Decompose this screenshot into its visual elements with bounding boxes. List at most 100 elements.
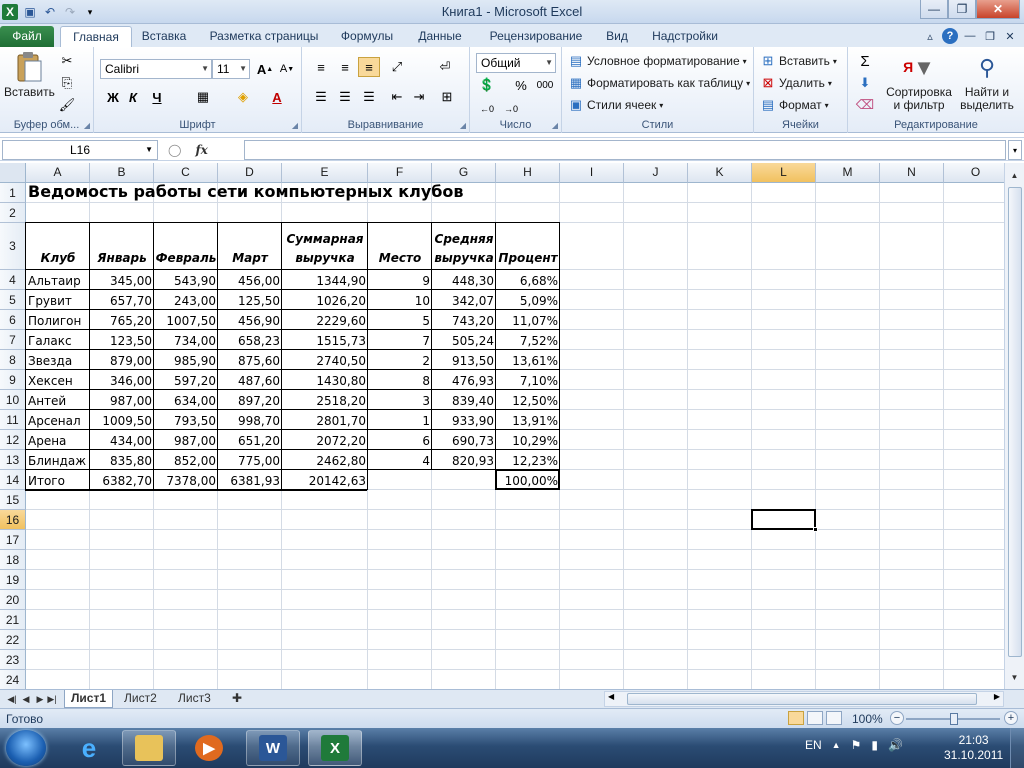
total-feb[interactable]: 7378,00	[154, 470, 218, 490]
cell-jan[interactable]: 765,20	[90, 310, 154, 330]
align-center-icon[interactable]: ☰	[334, 87, 356, 107]
cell-mar[interactable]: 125,50	[218, 290, 282, 310]
thousands-button[interactable]: 000	[532, 75, 558, 95]
column-header[interactable]: F	[368, 163, 432, 183]
row-header[interactable]: 24	[0, 670, 26, 689]
cell-mar[interactable]: 487,60	[218, 370, 282, 390]
cell-jan[interactable]: 346,00	[90, 370, 154, 390]
font-size-field[interactable]: 11 ▼	[212, 59, 250, 79]
cell-total[interactable]: 1026,20	[282, 290, 368, 310]
horizontal-scrollbar[interactable]: ◀ ▶	[604, 691, 1004, 707]
page-break-view-icon[interactable]	[826, 711, 842, 725]
cell-jan[interactable]: 879,00	[90, 350, 154, 370]
fill-color-icon[interactable]: ◈	[232, 87, 254, 107]
cell-total[interactable]: 1344,90	[282, 270, 368, 290]
merge-center-icon[interactable]: ⊞	[436, 87, 458, 107]
tab-file[interactable]: Файл	[0, 26, 54, 47]
cell-mar[interactable]: 456,90	[218, 310, 282, 330]
cell-club[interactable]: Полигон	[26, 310, 90, 330]
volume-icon[interactable]: 🔊	[888, 738, 903, 752]
cell-place[interactable]: 5	[368, 310, 432, 330]
cell-feb[interactable]: 793,50	[154, 410, 218, 430]
help-icon[interactable]: ?	[942, 28, 958, 44]
next-sheet-icon[interactable]: ▶	[34, 691, 46, 707]
cell-jan[interactable]: 345,00	[90, 270, 154, 290]
paste-button[interactable]: Вставить	[4, 51, 55, 99]
cell-club[interactable]: Блиндаж	[26, 450, 90, 470]
tray-expand-icon[interactable]: ▲	[832, 740, 841, 750]
cell-feb[interactable]: 243,00	[154, 290, 218, 310]
cell-total[interactable]: 2229,60	[282, 310, 368, 330]
formula-input[interactable]	[244, 140, 1006, 160]
font-launcher-icon[interactable]: ◢	[292, 121, 298, 130]
cell-club[interactable]: Галакс	[26, 330, 90, 350]
italic-button[interactable]: К	[122, 87, 144, 107]
cell-place[interactable]: 8	[368, 370, 432, 390]
row-header[interactable]: 17	[0, 530, 26, 550]
page-layout-view-icon[interactable]	[807, 711, 823, 725]
align-middle-icon[interactable]: ≡	[334, 57, 356, 77]
align-bottom-icon[interactable]: ≡	[358, 57, 380, 77]
cell-club[interactable]: Альтаир	[26, 270, 90, 290]
cell-pct[interactable]: 12,50%	[496, 390, 560, 410]
cell-feb[interactable]: 597,20	[154, 370, 218, 390]
cell-jan[interactable]: 123,50	[90, 330, 154, 350]
header-club[interactable]: Клуб	[26, 223, 90, 270]
increase-decimal-icon[interactable]: ←0	[476, 99, 498, 119]
vertical-scrollbar[interactable]: ▲ ▼	[1004, 163, 1024, 689]
row-header[interactable]: 10	[0, 390, 26, 410]
number-launcher-icon[interactable]: ◢	[552, 121, 558, 130]
grow-font-icon[interactable]: A ▲	[254, 59, 276, 79]
cell-avg[interactable]: 505,24	[432, 330, 496, 350]
row-header[interactable]: 20	[0, 590, 26, 610]
show-desktop-button[interactable]	[1010, 728, 1024, 768]
sheet-tab-1[interactable]: Лист1	[64, 690, 114, 708]
insert-cells-button[interactable]: ⊞ Вставить ▾	[760, 53, 837, 69]
cell-mar[interactable]: 456,00	[218, 270, 282, 290]
cell-pct[interactable]: 12,23%	[496, 450, 560, 470]
minimize-ribbon-icon[interactable]: ▵	[922, 28, 938, 44]
cell-mar[interactable]: 875,60	[218, 350, 282, 370]
column-header[interactable]: H	[496, 163, 560, 183]
row-header[interactable]: 1	[0, 183, 26, 203]
column-header[interactable]: N	[880, 163, 944, 183]
align-right-icon[interactable]: ☰	[358, 87, 380, 107]
prev-sheet-icon[interactable]: ◀	[20, 691, 32, 707]
cell-pct[interactable]: 13,91%	[496, 410, 560, 430]
find-select-button[interactable]: ⚲ Найти и выделить	[954, 51, 1020, 112]
row-header[interactable]: 16	[0, 510, 26, 530]
expand-formula-bar-icon[interactable]: ▾	[1008, 140, 1022, 160]
tab-page-layout[interactable]: Разметка страницы	[204, 26, 324, 47]
cell-place[interactable]: 7	[368, 330, 432, 350]
cell-avg[interactable]: 839,40	[432, 390, 496, 410]
row-header[interactable]: 5	[0, 290, 26, 310]
cell-avg[interactable]: 743,20	[432, 310, 496, 330]
cell-total[interactable]: 2462,80	[282, 450, 368, 470]
row-header[interactable]: 12	[0, 430, 26, 450]
zoom-out-icon[interactable]: −	[890, 711, 904, 725]
cell-place[interactable]: 9	[368, 270, 432, 290]
taskbar-word[interactable]: W	[246, 730, 300, 766]
row-header[interactable]: 8	[0, 350, 26, 370]
cell-place[interactable]: 2	[368, 350, 432, 370]
cell-mar[interactable]: 651,20	[218, 430, 282, 450]
start-button[interactable]	[6, 730, 46, 766]
total-total[interactable]: 20142,63	[282, 470, 368, 490]
header-place[interactable]: Место	[368, 223, 432, 270]
column-header[interactable]: J	[624, 163, 688, 183]
cell-pct[interactable]: 10,29%	[496, 430, 560, 450]
cell-jan[interactable]: 657,70	[90, 290, 154, 310]
cell-club[interactable]: Арсенал	[26, 410, 90, 430]
column-header[interactable]: L	[752, 163, 816, 183]
cell-jan[interactable]: 434,00	[90, 430, 154, 450]
cell-club[interactable]: Антей	[26, 390, 90, 410]
cell-mar[interactable]: 998,70	[218, 410, 282, 430]
spreadsheet-grid[interactable]: A B C D E F G H I J K L M N O 1 2 3 4 5 6 7 8 9 10 11 12 13 14 15 16 17…	[0, 163, 1004, 689]
row-header[interactable]: 21	[0, 610, 26, 630]
tab-insert[interactable]: Вставка	[136, 26, 192, 47]
zoom-in-icon[interactable]: +	[1004, 711, 1018, 725]
scroll-left-icon[interactable]: ◀	[608, 692, 614, 701]
percent-button[interactable]: %	[510, 75, 532, 95]
cell-avg[interactable]: 913,50	[432, 350, 496, 370]
total-mar[interactable]: 6381,93	[218, 470, 282, 490]
